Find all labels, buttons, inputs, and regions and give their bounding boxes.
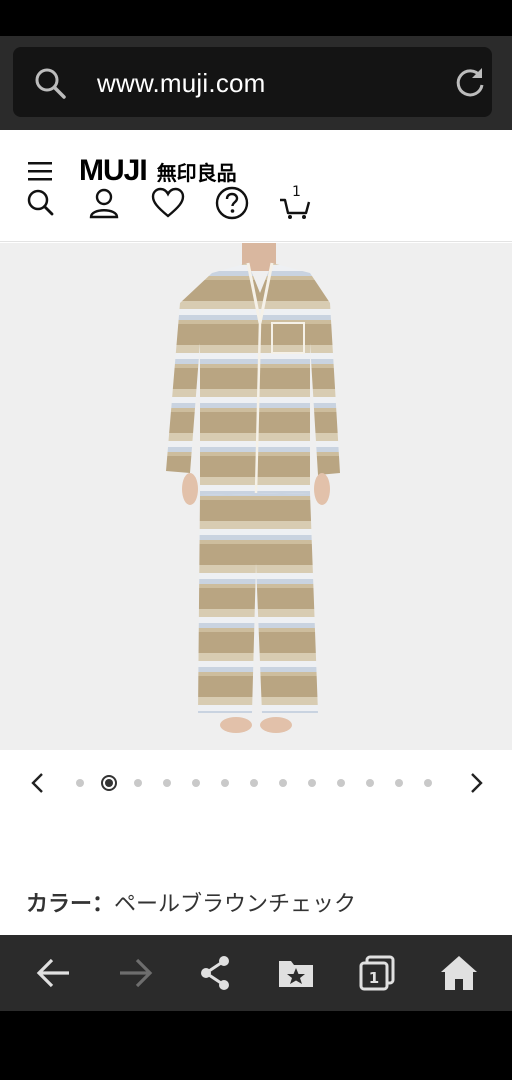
forward-arrow-icon[interactable] <box>115 953 155 993</box>
menu-icon[interactable] <box>28 160 52 182</box>
logo-text-jp: 無印良品 <box>156 161 237 185</box>
carousel-dot[interactable] <box>366 779 374 787</box>
reload-icon[interactable] <box>453 65 487 99</box>
carousel-dot[interactable] <box>424 779 432 787</box>
address-bar[interactable]: www.muji.com <box>13 47 492 117</box>
muji-logo[interactable]: MUJI 無印良品 <box>79 154 237 187</box>
carousel-dot[interactable] <box>76 779 84 787</box>
share-icon[interactable] <box>196 953 236 993</box>
carousel-dot[interactable] <box>337 779 345 787</box>
site-header: MUJI 無印良品 1 <box>0 130 512 242</box>
carousel-dot[interactable] <box>192 779 200 787</box>
favorite-heart-icon[interactable] <box>151 186 185 220</box>
back-arrow-icon[interactable] <box>34 953 74 993</box>
help-icon[interactable] <box>215 186 249 220</box>
carousel-dot[interactable] <box>250 779 258 787</box>
web-page: MUJI 無印良品 1 カラー：ペールブラウンチェック <box>0 130 512 935</box>
search-icon[interactable] <box>24 186 58 220</box>
carousel-dot[interactable] <box>308 779 316 787</box>
search-icon <box>35 68 66 99</box>
image-carousel-controls <box>0 750 512 816</box>
chevron-right-icon[interactable] <box>462 768 490 798</box>
carousel-dot[interactable] <box>134 779 142 787</box>
logo-text-en: MUJI <box>79 154 148 187</box>
url-text[interactable]: www.muji.com <box>97 68 266 99</box>
bookmarks-folder-icon[interactable] <box>276 953 316 993</box>
chevron-left-icon[interactable] <box>24 768 52 798</box>
carousel-dots <box>76 774 453 792</box>
browser-bottom-nav: 1 <box>0 935 512 1011</box>
carousel-dot[interactable] <box>221 779 229 787</box>
home-icon[interactable] <box>439 953 479 993</box>
product-color: カラー：ペールブラウンチェック <box>26 886 356 918</box>
tabs-icon[interactable]: 1 <box>357 953 397 993</box>
carousel-dot[interactable] <box>163 779 171 787</box>
system-nav-area <box>0 1011 512 1080</box>
browser-toolbar: www.muji.com <box>0 36 512 130</box>
cart-count-badge: 1 <box>292 184 301 200</box>
carousel-dot[interactable] <box>279 779 287 787</box>
color-value: ペールブラウンチェック <box>114 892 357 917</box>
product-image[interactable] <box>0 243 512 750</box>
carousel-dot-active[interactable] <box>101 775 117 791</box>
tab-count: 1 <box>369 969 379 987</box>
color-label: カラー： <box>26 892 115 917</box>
status-bar <box>0 0 512 36</box>
account-icon[interactable] <box>87 186 121 220</box>
carousel-dot[interactable] <box>395 779 403 787</box>
